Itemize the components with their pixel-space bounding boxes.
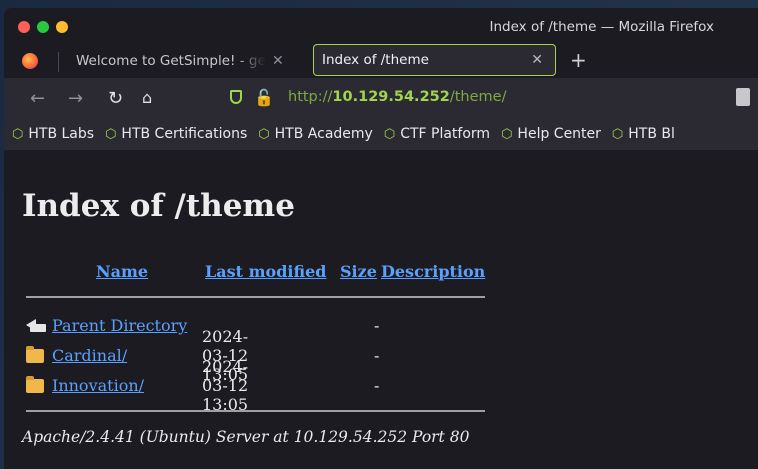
innovation-link[interactable]: Innovation/: [52, 376, 144, 395]
close-window-button[interactable]: [18, 21, 30, 33]
folder-icon: [26, 345, 44, 363]
bookmark-label: Help Center: [517, 126, 601, 142]
back-icon: [26, 318, 48, 333]
bookmark-htb-blog[interactable]: ⬡ HTB Bl: [612, 126, 675, 142]
maximize-window-button[interactable]: [37, 21, 49, 33]
bookmark-label: HTB Academy: [274, 126, 373, 142]
column-description-header[interactable]: Description: [381, 262, 485, 281]
new-tab-plus-icon[interactable]: +: [570, 48, 587, 72]
tab-label: Index of /theme: [322, 52, 429, 68]
bookmark-label: HTB Labs: [28, 126, 95, 142]
last-modified: 2024-03-12 13:05: [202, 357, 249, 414]
window-controls: [18, 21, 68, 33]
firefox-menu-icon[interactable]: [22, 53, 38, 69]
bookmark-ctf-platform[interactable]: ⬡ CTF Platform: [384, 126, 490, 142]
htb-cube-icon: ⬡: [258, 126, 270, 142]
reader-view-icon[interactable]: [736, 88, 750, 106]
size: -: [374, 376, 380, 395]
htb-cube-icon: ⬡: [105, 126, 117, 142]
htb-cube-icon: ⬡: [611, 126, 624, 142]
insecure-lock-icon[interactable]: 🔓: [254, 88, 274, 107]
url-host: 10.129.54.252: [332, 89, 450, 105]
table-row: Cardinal/ 2024-03-12 13:05 -: [26, 327, 379, 384]
column-size-header[interactable]: Size: [340, 262, 377, 281]
bookmark-htb-labs[interactable]: ⬡ HTB Labs: [12, 126, 94, 142]
tab-label: Welcome to GetSimple! - getsimple: [76, 53, 266, 69]
server-signature: Apache/2.4.41 (Ubuntu) Server at 10.129.…: [22, 428, 470, 446]
divider-top: [26, 296, 485, 298]
size: -: [374, 346, 380, 365]
url-bar[interactable]: http://10.129.54.252/theme/: [288, 89, 506, 105]
parent-directory-link[interactable]: Parent Directory: [52, 316, 187, 335]
folder-icon: [26, 375, 44, 393]
page-content: Index of /theme Name Last modified Size …: [4, 150, 758, 469]
page-title: Index of /theme: [22, 188, 295, 224]
url-scheme: http://: [288, 89, 333, 105]
bookmark-label: CTF Platform: [400, 126, 491, 142]
url-path: /theme/: [449, 89, 507, 105]
window-title: Index of /theme — Mozilla Firefox: [489, 19, 715, 35]
home-icon[interactable]: ⌂: [142, 88, 152, 107]
column-name-header[interactable]: Name: [96, 262, 148, 281]
column-last-modified-header[interactable]: Last modified: [205, 262, 326, 281]
cardinal-link[interactable]: Cardinal/: [52, 346, 127, 365]
title-bar: Index of /theme — Mozilla Firefox: [4, 8, 758, 44]
navigation-bar: ← → ↻ ⌂ 🔓 http://10.129.54.252/theme/: [4, 78, 758, 118]
browser-window: Index of /theme — Mozilla Firefox Welcom…: [4, 8, 758, 469]
htb-cube-icon: ⬡: [12, 126, 24, 142]
bookmark-label: HTB Bl: [628, 126, 675, 142]
tab-getsimple[interactable]: Welcome to GetSimple! - getsimple ✕: [58, 46, 303, 76]
bookmarks-toolbar: ⬡ HTB Labs ⬡ HTB Certifications ⬡ HTB Acade…: [4, 118, 758, 150]
tracking-protection-shield-icon[interactable]: [230, 90, 242, 104]
close-tab-icon[interactable]: ✕: [272, 53, 284, 69]
divider-bottom: [26, 410, 485, 412]
htb-cube-icon: ⬡: [383, 126, 396, 142]
htb-cube-icon: ⬡: [501, 126, 513, 142]
close-tab-icon[interactable]: ✕: [531, 52, 543, 68]
forward-arrow-icon[interactable]: →: [68, 88, 83, 109]
bookmark-label: HTB Certifications: [121, 126, 248, 142]
bookmark-help-center[interactable]: ⬡ Help Center: [501, 126, 601, 142]
tab-bar: Welcome to GetSimple! - getsimple ✕ Inde…: [4, 44, 758, 78]
table-row: Parent Directory -: [26, 316, 379, 335]
bookmark-htb-certifications[interactable]: ⬡ HTB Certifications: [105, 126, 247, 142]
bookmark-htb-academy[interactable]: ⬡ HTB Academy: [258, 126, 373, 142]
tab-index-theme[interactable]: Index of /theme ✕: [313, 44, 556, 76]
size: -: [374, 316, 380, 335]
back-arrow-icon[interactable]: ←: [30, 88, 45, 109]
table-row: Innovation/ 2024-03-12 13:05 -: [26, 357, 379, 414]
minimize-window-button[interactable]: [56, 21, 68, 33]
reload-icon[interactable]: ↻: [108, 88, 123, 109]
